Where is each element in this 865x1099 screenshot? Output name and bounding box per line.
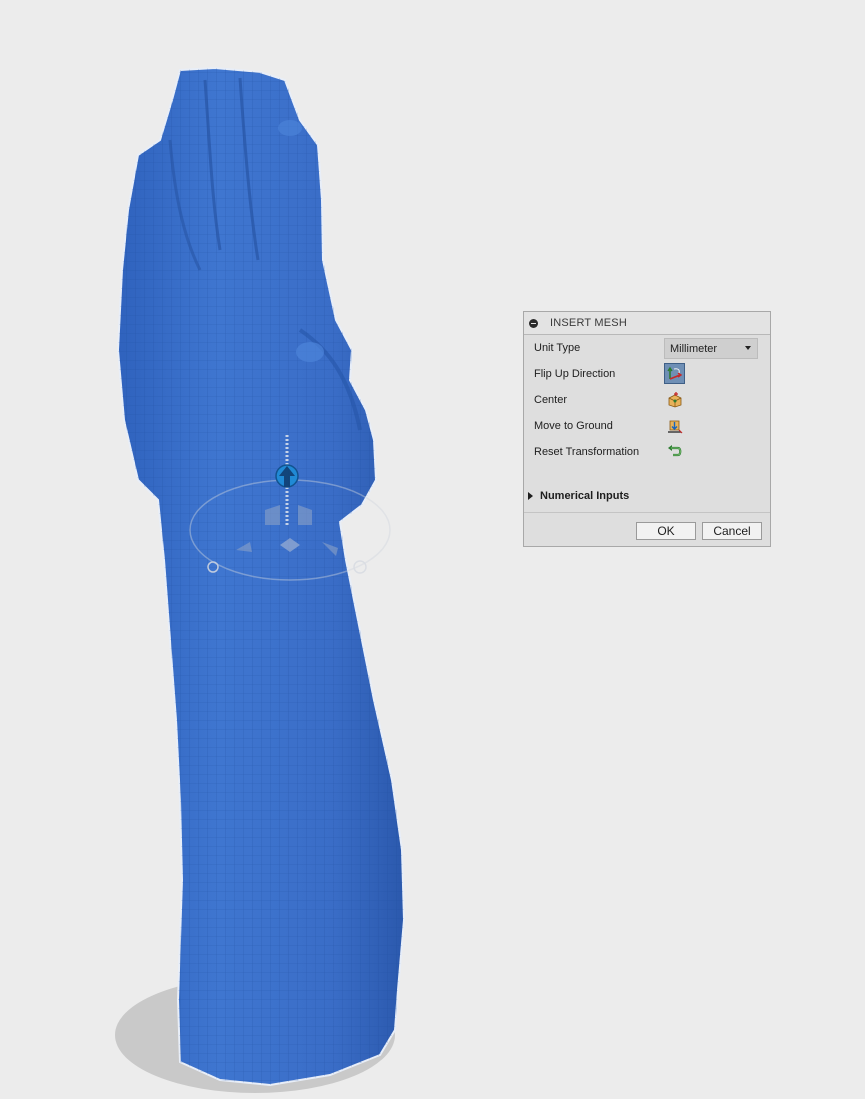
unit-type-value: Millimeter xyxy=(670,342,718,355)
dialog-body: Unit Type Millimeter Flip Up Direction C… xyxy=(524,335,770,502)
hand-mesh[interactable] xyxy=(116,66,406,1087)
center-button[interactable] xyxy=(664,389,685,410)
flip-up-direction-label: Flip Up Direction xyxy=(534,368,616,380)
reset-transformation-label: Reset Transformation xyxy=(534,446,640,458)
expand-arrow-icon xyxy=(528,492,533,500)
reset-transformation-button[interactable] xyxy=(664,441,685,462)
center-label: Center xyxy=(534,394,568,406)
unit-type-label: Unit Type xyxy=(534,342,581,354)
numerical-inputs-label: Numerical Inputs xyxy=(540,490,630,502)
numerical-inputs-toggle[interactable]: Numerical Inputs xyxy=(528,490,629,502)
flip-up-direction-button[interactable] xyxy=(664,363,685,384)
unit-type-select[interactable]: Millimeter xyxy=(664,338,758,359)
center-icon xyxy=(668,392,682,408)
flip-axis-icon xyxy=(667,366,683,380)
move-to-ground-icon xyxy=(668,420,683,434)
cancel-button[interactable]: Cancel xyxy=(702,522,762,540)
move-to-ground-button[interactable] xyxy=(664,415,685,436)
3d-viewport[interactable] xyxy=(0,0,865,1099)
reset-transformation-row: Reset Transformation xyxy=(524,439,770,465)
move-to-ground-label: Move to Ground xyxy=(534,420,613,432)
flip-up-direction-row: Flip Up Direction xyxy=(524,361,770,387)
dialog-footer: OK Cancel xyxy=(524,512,770,547)
mesh-canvas xyxy=(115,66,406,1093)
collapse-icon[interactable] xyxy=(529,318,538,328)
dialog-header: INSERT MESH xyxy=(524,312,770,335)
dialog-title: INSERT MESH xyxy=(550,317,627,329)
move-to-ground-row: Move to Ground xyxy=(524,413,770,439)
unit-type-row: Unit Type Millimeter xyxy=(524,335,770,361)
reset-icon xyxy=(668,445,682,457)
chevron-down-icon xyxy=(745,346,751,350)
insert-mesh-dialog: INSERT MESH Unit Type Millimeter Flip Up… xyxy=(523,311,771,547)
up-arrow-icon[interactable] xyxy=(275,464,299,488)
center-row: Center xyxy=(524,387,770,413)
ok-button[interactable]: OK xyxy=(636,522,696,540)
